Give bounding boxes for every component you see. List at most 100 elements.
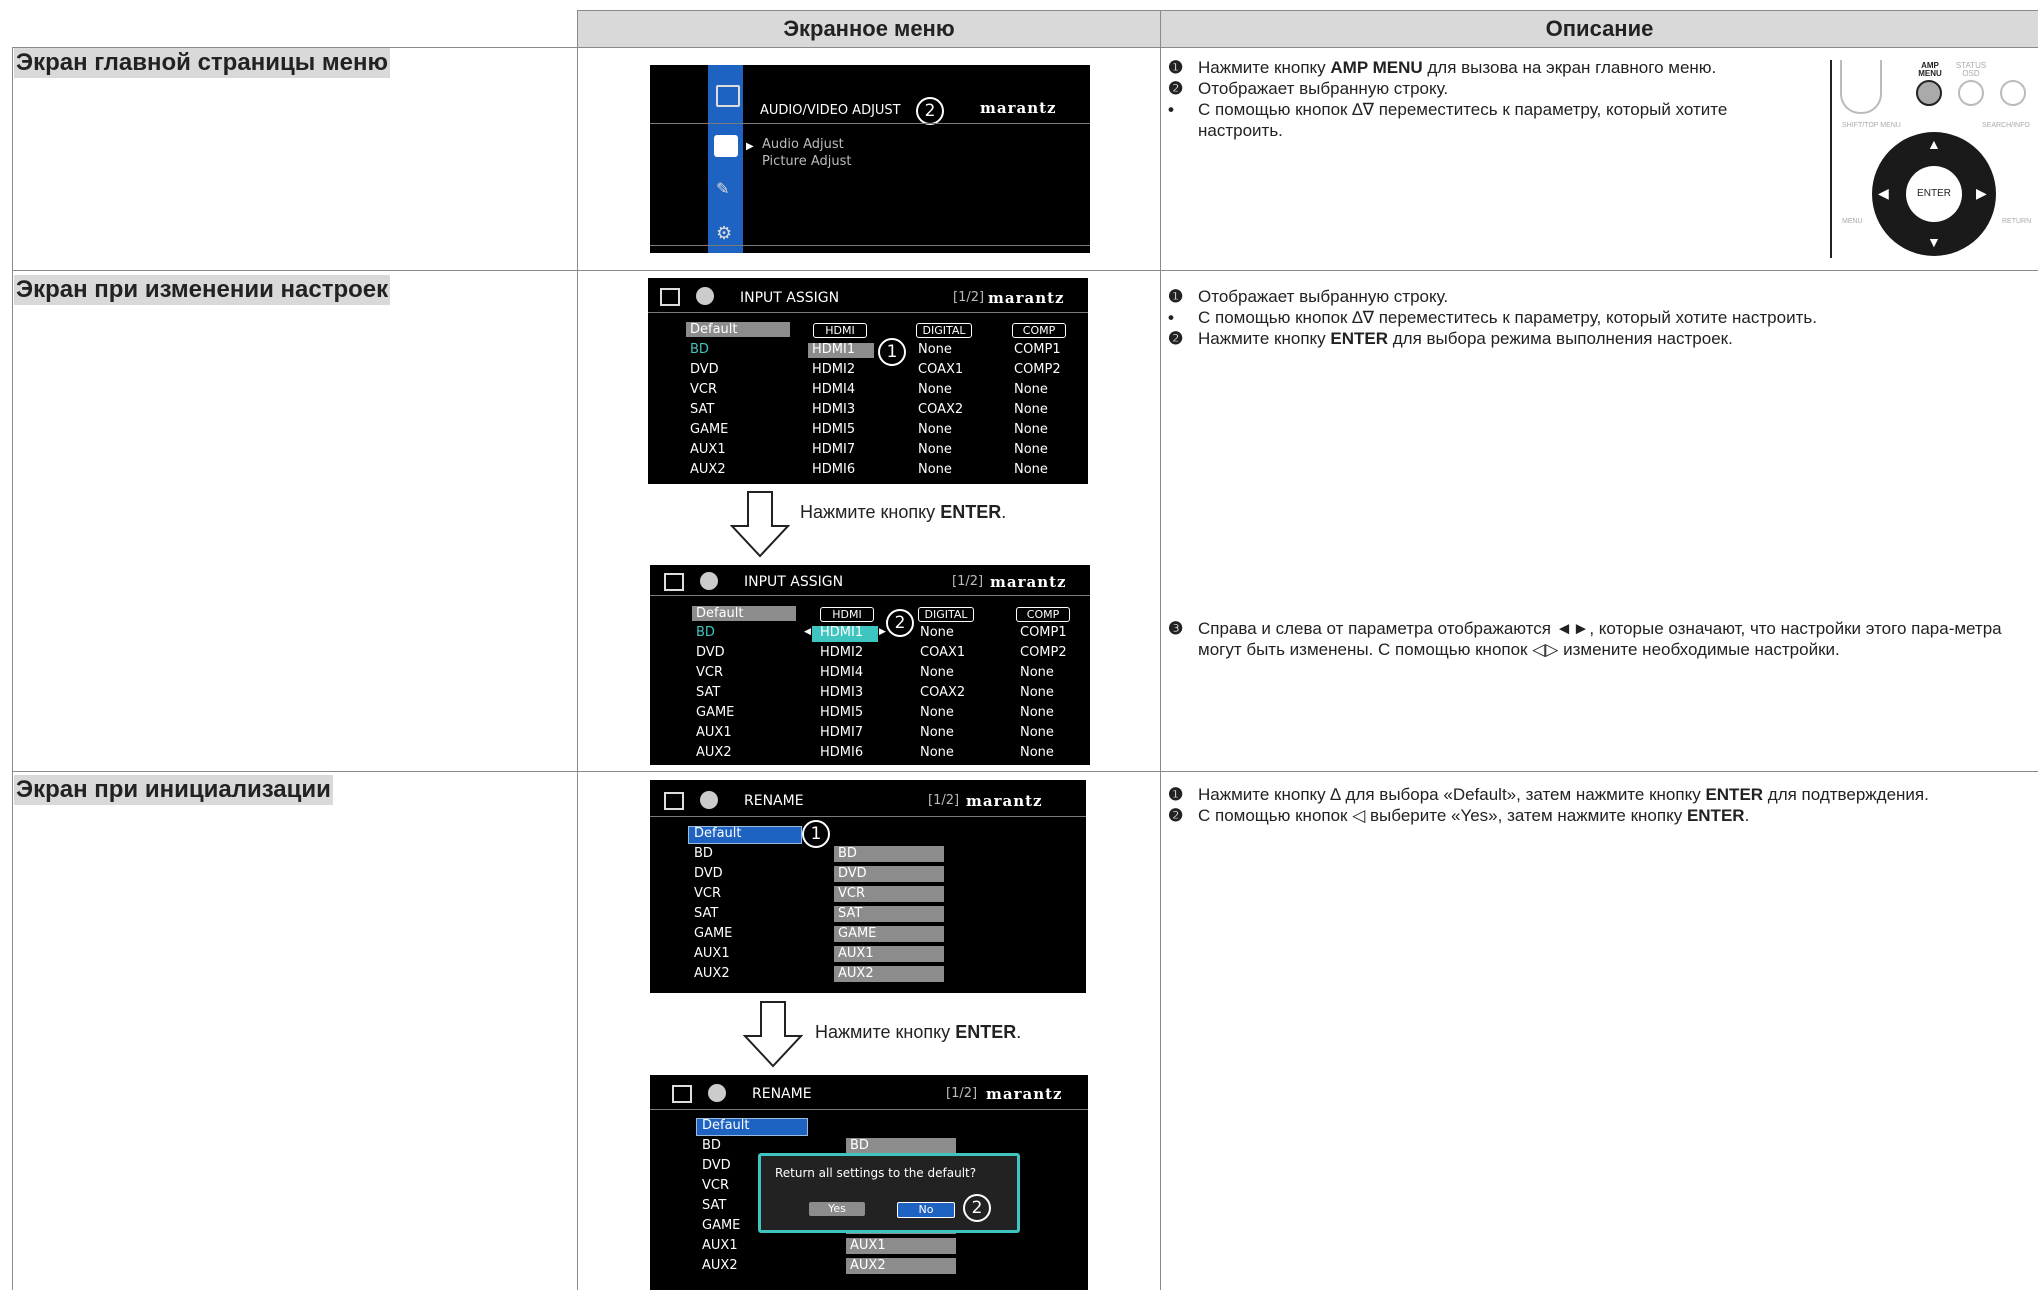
desc-line-2: С помощью кнопок ◁ выберите «Yes», затем…	[1198, 806, 1750, 825]
desc-line-3: С помощью кнопок ∆∇ переместитесь к пара…	[1198, 100, 1728, 140]
right-arrow-button-icon[interactable]: ▶	[1976, 185, 1987, 202]
row-source-label: BD	[690, 342, 709, 357]
row-name-value: AUX1	[834, 946, 944, 962]
row-source-label: DVD	[696, 645, 725, 660]
row-source-label: AUX1	[694, 946, 730, 961]
remote-control-illustration: AMP MENU STATUS OSD SHIFT/TOP MENU SEARC…	[1830, 60, 2038, 258]
osd-divider	[648, 312, 1088, 313]
row-hdmi-value: HDMI3	[820, 685, 864, 700]
page-indicator: [1/2]	[952, 574, 984, 589]
desc-line-1: Нажмите кнопку AMP MENU для вызова на эк…	[1198, 58, 1717, 77]
row-comp-value: None	[1014, 402, 1048, 417]
dpad[interactable]: ▲ ▼ ◀ ▶ ENTER	[1872, 132, 1996, 256]
row-name-value: DVD	[834, 866, 944, 882]
desc-line-1: Отображает выбранную строку.	[1198, 287, 1449, 306]
row-digital-value: None	[918, 342, 952, 357]
osd-bottom-line	[650, 245, 1090, 246]
row-source-label: SAT	[690, 402, 715, 417]
row-source-label: BD	[696, 625, 715, 640]
row-digital-value: None	[918, 462, 952, 477]
description-change-settings: ❶ Отображает выбранную строку. • С помощью…	[1168, 286, 2028, 349]
row-source-label: VCR	[694, 886, 722, 901]
row-digital-value: None	[918, 442, 952, 457]
row-digital-value: COAX1	[918, 362, 964, 377]
row-source-label: VCR	[702, 1178, 730, 1193]
brand-logo: marantz	[980, 99, 1057, 117]
row-comp-value: None	[1014, 382, 1048, 397]
yes-button[interactable]: Yes	[809, 1202, 865, 1216]
menu-item-picture-adjust: Picture Adjust	[762, 154, 852, 169]
row-digital-value: COAX2	[920, 685, 966, 700]
gear-icon: ⚙	[716, 223, 733, 244]
row-name-value: AUX2	[846, 1258, 956, 1274]
row-comp-value: None	[1020, 705, 1054, 720]
row-source-label: AUX2	[690, 462, 726, 477]
amp-menu-button[interactable]	[1916, 80, 1942, 106]
left-arrow-icon: ◀	[804, 627, 811, 637]
marker-2: ❷	[1168, 329, 1184, 348]
remote-top-curve	[1840, 60, 1882, 114]
row-hdmi-value: HDMI1	[820, 625, 864, 640]
row-hdmi-value: HDMI5	[820, 705, 864, 720]
down-arrow-button-icon[interactable]: ▼	[1927, 234, 1941, 250]
left-arrow-button-icon[interactable]: ◀	[1878, 185, 1889, 202]
row-hdmi-value: HDMI5	[812, 422, 856, 437]
setup-icon	[664, 792, 684, 810]
col-head-hdmi: HDMI	[813, 323, 867, 338]
callout-1: 1	[878, 338, 906, 366]
description-change-settings-3: ❸ Справа и слева от параметра отображаютс…	[1168, 618, 2030, 660]
col-head-digital: DIGITAL	[918, 607, 974, 622]
row-name-value: SAT	[834, 906, 944, 922]
return-label: RETURN	[2002, 218, 2032, 225]
row-digital-value: COAX1	[920, 645, 966, 660]
default-label: Default	[696, 606, 744, 621]
row-digital-value: None	[920, 725, 954, 740]
up-arrow-icon[interactable]: ▲	[1927, 136, 1941, 152]
col-head-comp: COMP	[1012, 323, 1066, 338]
enter-button[interactable]: ENTER	[1906, 166, 1962, 222]
minus-button[interactable]	[2000, 80, 2026, 106]
row-comp-value: None	[1020, 685, 1054, 700]
row-hdmi-value: HDMI2	[812, 362, 856, 377]
col-divider-2	[1160, 10, 1161, 1290]
row-title-initialization: Экран при инициализации	[14, 775, 333, 805]
row-source-label: GAME	[690, 422, 729, 437]
description-main-menu: ❶ Нажмите кнопку AMP MENU для вызова на э…	[1168, 57, 1808, 141]
press-enter-caption-1: Нажмите кнопку ENTER.	[800, 502, 1007, 522]
osd-title: AUDIO/VIDEO ADJUST	[760, 103, 901, 118]
row-name-value: GAME	[834, 926, 944, 942]
tool-icon: ✎	[716, 179, 730, 198]
desc-line-2: Отображает выбранную строку.	[1198, 79, 1449, 98]
header-description: Описание	[1161, 11, 2038, 47]
osd-title: INPUT ASSIGN	[744, 574, 844, 590]
desc-line-4: Справа и слева от параметра отображаются…	[1198, 619, 2002, 659]
page-indicator: [1/2]	[928, 793, 960, 808]
osd-divider	[650, 595, 1090, 596]
bd-disc-icon	[700, 572, 718, 590]
bd-disc-icon	[700, 791, 718, 809]
row-source-label: DVD	[702, 1158, 731, 1173]
selection-arrow-icon: ▶	[746, 141, 754, 152]
row-title-change-settings: Экран при изменении настроек	[14, 275, 391, 305]
bd-disc-icon	[708, 1084, 726, 1102]
marker-2: ❷	[1168, 79, 1184, 98]
row-source-label: VCR	[696, 665, 724, 680]
amp-menu-label: AMP MENU	[1918, 61, 1942, 78]
osd-input-assign-2: INPUT ASSIGN [1/2] marantz Default HDMI …	[650, 565, 1090, 765]
status-osd-button[interactable]	[1958, 80, 1984, 106]
row-source-label: AUX1	[690, 442, 726, 457]
row-digital-value: None	[920, 705, 954, 720]
row-comp-value: COMP2	[1014, 362, 1061, 377]
search-info-label: SEARCH/INFO	[1982, 122, 2030, 129]
marker-1: ❶	[1168, 287, 1184, 306]
confirm-dialog: Return all settings to the default? Yes …	[758, 1153, 1020, 1233]
row-source-label: AUX2	[694, 966, 730, 981]
row-hdmi-value: HDMI2	[820, 645, 864, 660]
brand-logo: marantz	[966, 792, 1043, 810]
osd-input-assign-1: INPUT ASSIGN [1/2] marantz Default HDMI …	[648, 278, 1088, 484]
no-button[interactable]: No	[897, 1202, 955, 1218]
row-source-label: BD	[702, 1138, 721, 1153]
shift-top-menu-label: SHIFT/TOP MENU	[1842, 122, 1901, 129]
row-source-label: AUX2	[696, 745, 732, 760]
row-comp-value: None	[1020, 725, 1054, 740]
